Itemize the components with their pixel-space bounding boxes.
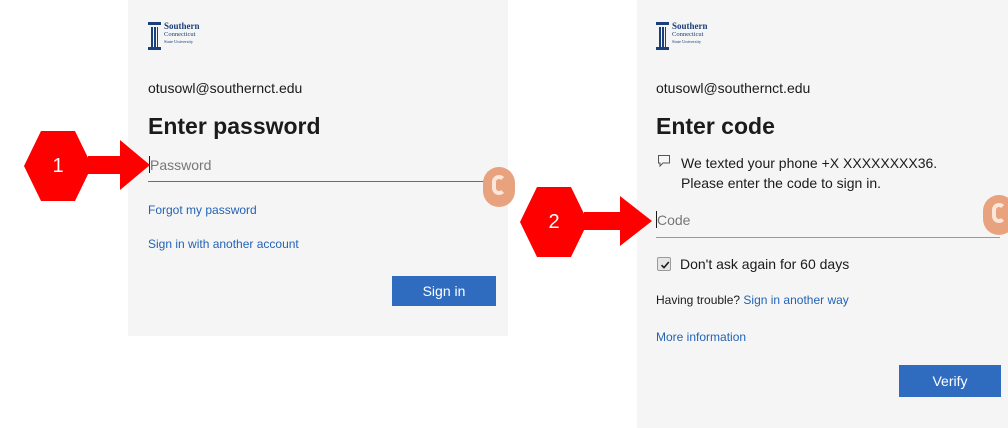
sound-indicator-icon [483,167,515,207]
step-2-callout: 2 [520,187,588,257]
forgot-password-link[interactable]: Forgot my password [148,203,257,217]
password-signin-panel: Southern Connecticut State University ot… [128,0,515,336]
code-underline [656,237,1000,238]
step-1-callout: 1 [24,131,92,201]
code-input[interactable] [657,212,987,234]
step-1-number: 1 [52,154,64,177]
dont-ask-checkbox[interactable] [657,257,671,271]
message-line-1: We texted your phone +X XXXXXXXX36. [681,155,938,171]
text-cursor [656,211,657,228]
account-email: otusowl@southernct.edu [656,80,811,96]
verify-button[interactable]: Verify [899,365,1001,397]
dont-ask-again-row[interactable]: Don't ask again for 60 days [657,256,849,272]
southern-connecticut-logo: Southern Connecticut State University [656,21,708,50]
step-2-number: 2 [548,210,560,233]
more-information-link[interactable]: More information [656,330,746,344]
logo-line-1: Southern [164,21,200,31]
logo-line-2: Connecticut [672,31,704,38]
chat-bubble-icon [657,153,671,193]
logo-line-1: Southern [672,21,708,31]
sign-in-button[interactable]: Sign in [392,276,496,306]
logo-line-2: Connecticut [164,31,196,38]
page-title: Enter code [656,113,775,139]
checkmark-icon [660,261,670,269]
logo-line-3: State University [164,38,194,44]
column-logo-icon [148,22,161,50]
sms-message: We texted your phone +X XXXXXXXX36. Plea… [657,153,937,193]
message-line-2: Please enter the code to sign in. [681,175,882,191]
sign-in-another-way-link[interactable]: Sign in another way [743,293,848,307]
code-verification-panel: Southern Connecticut State University ot… [637,0,1008,428]
column-logo-icon [656,22,669,50]
arrow-right-icon [88,140,150,190]
logo-line-3: State University [672,38,702,44]
other-account-link[interactable]: Sign in with another account [148,237,299,251]
arrow-right-icon [584,196,652,246]
page-title: Enter password [148,113,321,139]
password-underline [148,181,508,182]
dont-ask-label: Don't ask again for 60 days [680,256,850,272]
password-input[interactable] [150,157,480,179]
southern-connecticut-logo: Southern Connecticut State University [148,21,200,50]
sound-indicator-icon [983,195,1008,235]
account-email: otusowl@southernct.edu [148,80,303,96]
trouble-row: Having trouble? Sign in another way [656,293,849,307]
trouble-text: Having trouble? [656,293,741,307]
